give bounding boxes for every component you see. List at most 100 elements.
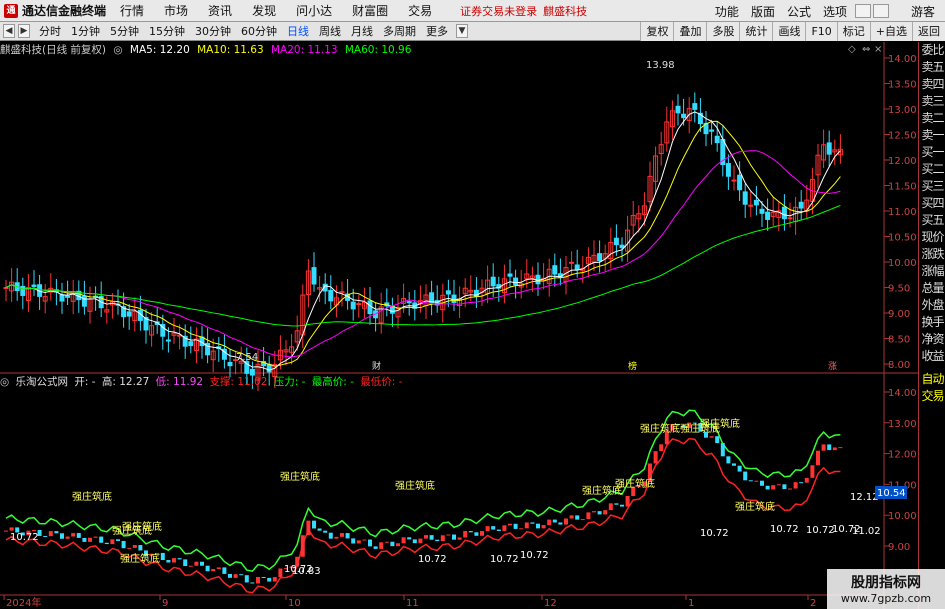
sub-candle bbox=[597, 511, 602, 515]
rp-trade[interactable]: 交易 bbox=[919, 388, 945, 405]
sub-candle bbox=[552, 519, 557, 523]
prev-arrow-icon[interactable]: ◀ bbox=[3, 24, 15, 38]
guest-label[interactable]: 游客 bbox=[889, 3, 945, 20]
kline-chart[interactable]: 14.00 13.50 13.00 12.50 12.00 11.50 11.00 10.50… bbox=[0, 42, 918, 609]
watermark: 股朋指标网 www.7gpzb.com bbox=[827, 569, 945, 609]
sub-indicator-title[interactable]: 乐淘公式网 bbox=[16, 376, 69, 388]
sub-candle bbox=[575, 515, 580, 520]
period-monthly[interactable]: 月线 bbox=[346, 23, 378, 39]
candle-body bbox=[227, 361, 233, 367]
period-60min[interactable]: 60分钟 bbox=[236, 23, 282, 39]
next-arrow-icon[interactable]: ▶ bbox=[18, 24, 30, 38]
sub-candle bbox=[709, 436, 714, 438]
tb-f10[interactable]: F10 bbox=[805, 22, 837, 41]
rp-outer[interactable]: 外盘 bbox=[919, 297, 945, 314]
sub-candle bbox=[356, 540, 361, 544]
sub-y-tick-label: 13.00 bbox=[888, 419, 917, 430]
rp-turnover[interactable]: 换手 bbox=[919, 314, 945, 331]
menu-item-ask[interactable]: 问小达 bbox=[286, 0, 342, 22]
rp-ask2[interactable]: 卖二 bbox=[919, 110, 945, 127]
sub-candle bbox=[228, 573, 232, 578]
sub-candle bbox=[541, 525, 546, 529]
tb-back[interactable]: 返回 bbox=[912, 22, 945, 41]
indicator-settings-icon-2[interactable]: ◎ bbox=[0, 376, 9, 388]
rp-ask3[interactable]: 卖三 bbox=[919, 93, 945, 110]
signal-label: 强庄筑底 bbox=[72, 490, 112, 503]
window-mode-icon[interactable] bbox=[854, 4, 871, 18]
rp-ask4[interactable]: 卖四 bbox=[919, 76, 945, 93]
signal-label: 强庄筑底 bbox=[120, 552, 160, 565]
sub-candle bbox=[586, 512, 591, 520]
sub-candle bbox=[412, 539, 417, 544]
rp-change[interactable]: 涨跌 bbox=[919, 246, 945, 263]
rp-bid3[interactable]: 买三 bbox=[919, 178, 945, 195]
diamond-icon[interactable]: ◇ bbox=[848, 44, 856, 55]
rp-bid4[interactable]: 买四 bbox=[919, 195, 945, 212]
stock-name-link[interactable]: 麒盛科技 bbox=[543, 3, 587, 19]
sub-candle bbox=[435, 539, 440, 542]
signal-label: 强庄筑底 bbox=[395, 479, 435, 492]
more-dropdown-icon[interactable]: ▼ bbox=[456, 24, 468, 38]
period-more[interactable]: 更多 bbox=[421, 23, 453, 39]
tb-draw[interactable]: 画线 bbox=[772, 22, 806, 41]
rp-volume[interactable]: 总量 bbox=[919, 280, 945, 297]
menu-item-wealth[interactable]: 财富圈 bbox=[342, 0, 398, 22]
rp-bid1[interactable]: 买一 bbox=[919, 144, 945, 161]
sub-candle bbox=[440, 535, 445, 542]
rp-net-assets[interactable]: 净资 bbox=[919, 331, 945, 348]
tb-multi-stock[interactable]: 多股 bbox=[706, 22, 740, 41]
sub-candle bbox=[396, 543, 400, 547]
sub-candle bbox=[160, 552, 165, 561]
tb-mark[interactable]: 标记 bbox=[836, 22, 870, 41]
period-30min[interactable]: 30分钟 bbox=[190, 23, 236, 39]
value-label: 10.72 bbox=[10, 532, 39, 543]
menu-item-market[interactable]: 市场 bbox=[154, 0, 198, 22]
menu-item-news[interactable]: 资讯 bbox=[198, 0, 242, 22]
candle-body bbox=[597, 253, 603, 262]
rp-change-pct[interactable]: 涨幅 bbox=[919, 263, 945, 280]
period-multi[interactable]: 多周期 bbox=[378, 23, 421, 39]
period-intraday[interactable]: 分时 bbox=[34, 23, 66, 39]
rp-bid5[interactable]: 买五 bbox=[919, 212, 945, 229]
menu-formula[interactable]: 公式 bbox=[781, 3, 817, 20]
period-1min[interactable]: 1分钟 bbox=[66, 23, 105, 39]
sub-candle bbox=[216, 567, 221, 570]
tb-add-watchlist[interactable]: +自选 bbox=[869, 22, 912, 41]
trade-login-link[interactable]: 证券交易未登录 bbox=[460, 3, 537, 19]
sub-candle bbox=[93, 536, 98, 538]
period-5min[interactable]: 5分钟 bbox=[105, 23, 144, 39]
menu-item-trade[interactable]: 交易 bbox=[398, 0, 442, 22]
sub-candle bbox=[278, 568, 283, 578]
window-list-icon[interactable] bbox=[872, 4, 889, 18]
rp-bid-ratio[interactable]: 委比 bbox=[919, 42, 945, 59]
menu-item-quotes[interactable]: 行情 bbox=[110, 0, 154, 22]
menu-item-discover[interactable]: 发现 bbox=[242, 0, 286, 22]
tb-overlay[interactable]: 叠加 bbox=[673, 22, 707, 41]
rp-auto[interactable]: 自动 bbox=[919, 371, 945, 388]
value-label: 10.72 bbox=[770, 524, 799, 535]
rp-price[interactable]: 现价 bbox=[919, 229, 945, 246]
candle-body bbox=[188, 341, 194, 347]
close-icon[interactable]: × bbox=[874, 44, 882, 55]
menu-options[interactable]: 选项 bbox=[817, 3, 853, 20]
sub-candle bbox=[267, 577, 272, 582]
candle-body bbox=[59, 294, 65, 302]
period-weekly[interactable]: 周线 bbox=[314, 23, 346, 39]
tb-stats[interactable]: 统计 bbox=[739, 22, 773, 41]
candle-body bbox=[569, 261, 575, 264]
period-daily[interactable]: 日线 bbox=[282, 23, 314, 39]
candle-body bbox=[787, 217, 793, 220]
period-15min[interactable]: 15分钟 bbox=[144, 23, 190, 39]
expand-icon[interactable]: ⇔ bbox=[862, 44, 870, 55]
x-axis-label: 11 bbox=[406, 598, 419, 609]
menu-function[interactable]: 功能 bbox=[709, 3, 745, 20]
rp-ask1[interactable]: 卖一 bbox=[919, 127, 945, 144]
sub-candle bbox=[547, 519, 552, 526]
sub-candle bbox=[132, 545, 137, 548]
sub-candle bbox=[715, 436, 720, 444]
rp-bid2[interactable]: 买二 bbox=[919, 161, 945, 178]
rp-ask5[interactable]: 卖五 bbox=[919, 59, 945, 76]
menu-layout[interactable]: 版面 bbox=[745, 3, 781, 20]
tb-adjust[interactable]: 复权 bbox=[640, 22, 674, 41]
rp-eps[interactable]: 收益 bbox=[919, 348, 945, 365]
